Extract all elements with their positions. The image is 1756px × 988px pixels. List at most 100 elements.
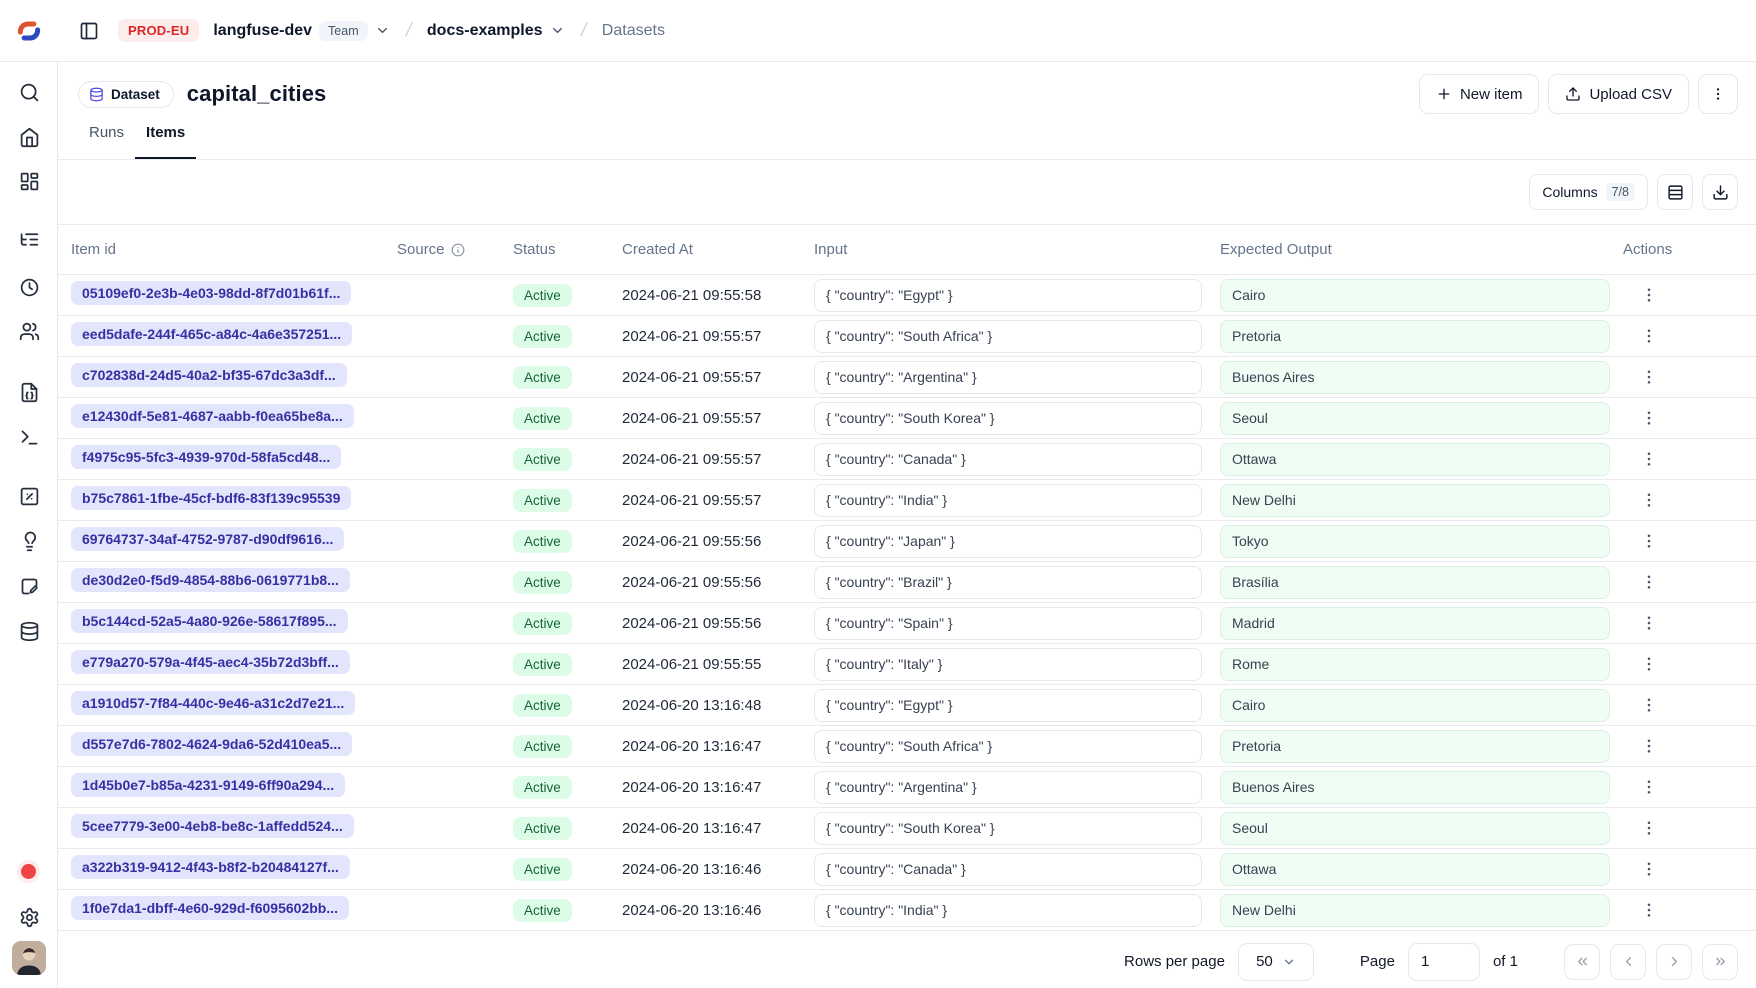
tracing-icon[interactable]	[15, 225, 43, 253]
tab-items[interactable]: Items	[135, 124, 196, 159]
chevron-down-icon[interactable]	[550, 23, 565, 38]
home-icon[interactable]	[15, 123, 43, 151]
dashboard-icon[interactable]	[15, 167, 43, 195]
table-row[interactable]: d557e7d6-7802-4624-9da6-52d410ea5... Act…	[58, 726, 1756, 767]
item-id-link[interactable]: a322b319-9412-4f43-b8f2-b20484127f...	[71, 855, 350, 879]
expected-output-cell[interactable]: Seoul	[1220, 812, 1610, 845]
item-id-link[interactable]: b5c144cd-52a5-4a80-926e-58617f895...	[71, 609, 348, 633]
item-id-link[interactable]: eed5dafe-244f-465c-a84c-4a6e357251...	[71, 322, 352, 346]
expected-output-cell[interactable]: Madrid	[1220, 607, 1610, 640]
recording-indicator[interactable]	[21, 864, 36, 879]
row-actions-button[interactable]	[1635, 363, 1663, 391]
project-name[interactable]: docs-examples	[427, 22, 543, 40]
item-id-link[interactable]: 5cee7779-3e00-4eb8-be8c-1affedd524...	[71, 814, 354, 838]
users-icon[interactable]	[15, 317, 43, 345]
playground-terminal-icon[interactable]	[15, 423, 43, 451]
table-row[interactable]: 05109ef0-2e3b-4e03-98dd-8f7d01b61f... Ac…	[58, 275, 1756, 316]
first-page-button[interactable]	[1564, 944, 1600, 980]
expected-output-cell[interactable]: Ottawa	[1220, 443, 1610, 476]
table-row[interactable]: b75c7861-1fbe-45cf-bdf6-83f139c95539 Act…	[58, 480, 1756, 521]
item-id-link[interactable]: c702838d-24d5-40a2-bf35-67dc3a3df...	[71, 363, 347, 387]
column-header-item-id[interactable]: Item id	[71, 241, 397, 258]
input-cell[interactable]: { "country": "Argentina" }	[814, 771, 1202, 804]
input-cell[interactable]: { "country": "Canada" }	[814, 443, 1202, 476]
user-avatar[interactable]	[12, 941, 46, 975]
item-id-link[interactable]: 1d45b0e7-b85a-4231-9149-6ff90a294...	[71, 773, 345, 797]
row-actions-button[interactable]	[1635, 650, 1663, 678]
row-actions-button[interactable]	[1635, 609, 1663, 637]
upload-csv-button[interactable]: Upload CSV	[1548, 74, 1689, 114]
new-item-button[interactable]: New item	[1419, 74, 1540, 114]
input-cell[interactable]: { "country": "Japan" }	[814, 525, 1202, 558]
chevron-down-icon[interactable]	[375, 23, 390, 38]
expected-output-cell[interactable]: Pretoria	[1220, 730, 1610, 763]
table-row[interactable]: 1d45b0e7-b85a-4231-9149-6ff90a294... Act…	[58, 767, 1756, 808]
expected-output-cell[interactable]: Brasília	[1220, 566, 1610, 599]
expected-output-cell[interactable]: Cairo	[1220, 689, 1610, 722]
organization-name[interactable]: langfuse-dev	[213, 22, 312, 40]
table-row[interactable]: b5c144cd-52a5-4a80-926e-58617f895... Act…	[58, 603, 1756, 644]
breadcrumb-datasets[interactable]: Datasets	[602, 22, 665, 40]
expected-output-cell[interactable]: New Delhi	[1220, 484, 1610, 517]
sidebar-toggle-icon[interactable]	[74, 16, 104, 46]
rows-per-page-select[interactable]: 50	[1238, 943, 1314, 981]
expected-output-cell[interactable]: Seoul	[1220, 402, 1610, 435]
item-id-link[interactable]: e12430df-5e81-4687-aabb-f0ea65be8a...	[71, 404, 354, 428]
prompts-file-icon[interactable]	[15, 378, 43, 406]
row-actions-button[interactable]	[1635, 896, 1663, 924]
column-header-created-at[interactable]: Created At	[622, 241, 814, 258]
row-height-button[interactable]	[1657, 174, 1693, 210]
item-id-link[interactable]: e779a270-579a-4f45-aec4-35b72d3bff...	[71, 650, 350, 674]
annotation-clipboard-icon[interactable]	[15, 572, 43, 600]
columns-button[interactable]: Columns 7/8	[1529, 174, 1648, 210]
table-row[interactable]: c702838d-24d5-40a2-bf35-67dc3a3df... Act…	[58, 357, 1756, 398]
row-actions-button[interactable]	[1635, 855, 1663, 883]
expected-output-cell[interactable]: Ottawa	[1220, 853, 1610, 886]
input-cell[interactable]: { "country": "Argentina" }	[814, 361, 1202, 394]
input-cell[interactable]: { "country": "India" }	[814, 894, 1202, 927]
input-cell[interactable]: { "country": "South Korea" }	[814, 402, 1202, 435]
export-button[interactable]	[1702, 174, 1738, 210]
item-id-link[interactable]: 05109ef0-2e3b-4e03-98dd-8f7d01b61f...	[71, 281, 351, 305]
expected-output-cell[interactable]: Rome	[1220, 648, 1610, 681]
next-page-button[interactable]	[1656, 944, 1692, 980]
input-cell[interactable]: { "country": "South Korea" }	[814, 812, 1202, 845]
row-actions-button[interactable]	[1635, 527, 1663, 555]
langfuse-logo[interactable]	[0, 18, 58, 44]
input-cell[interactable]: { "country": "Egypt" }	[814, 689, 1202, 722]
scores-lightbulb-icon[interactable]	[15, 527, 43, 555]
input-cell[interactable]: { "country": "Canada" }	[814, 853, 1202, 886]
breadcrumb-project[interactable]: docs-examples	[427, 22, 565, 40]
sessions-clock-icon[interactable]	[15, 273, 43, 301]
table-row[interactable]: eed5dafe-244f-465c-a84c-4a6e357251... Ac…	[58, 316, 1756, 357]
item-id-link[interactable]: a1910d57-7f84-440c-9e46-a31c2d7e21...	[71, 691, 355, 715]
row-actions-button[interactable]	[1635, 445, 1663, 473]
expected-output-cell[interactable]: Cairo	[1220, 279, 1610, 312]
tab-runs[interactable]: Runs	[78, 124, 135, 159]
row-actions-button[interactable]	[1635, 568, 1663, 596]
datasets-database-icon[interactable]	[15, 617, 43, 645]
table-row[interactable]: 5cee7779-3e00-4eb8-be8c-1affedd524... Ac…	[58, 808, 1756, 849]
item-id-link[interactable]: 1f0e7da1-dbff-4e60-929d-f6095602bb...	[71, 896, 349, 920]
row-actions-button[interactable]	[1635, 732, 1663, 760]
table-row[interactable]: de30d2e0-f5d9-4854-88b6-0619771b8... Act…	[58, 562, 1756, 603]
input-cell[interactable]: { "country": "South Africa" }	[814, 320, 1202, 353]
input-cell[interactable]: { "country": "Brazil" }	[814, 566, 1202, 599]
column-header-expected-output[interactable]: Expected Output	[1220, 241, 1623, 258]
breadcrumb-organization[interactable]: langfuse-dev Team	[213, 21, 389, 41]
row-actions-button[interactable]	[1635, 814, 1663, 842]
table-row[interactable]: a1910d57-7f84-440c-9e46-a31c2d7e21... Ac…	[58, 685, 1756, 726]
expected-output-cell[interactable]: Tokyo	[1220, 525, 1610, 558]
row-actions-button[interactable]	[1635, 404, 1663, 432]
row-actions-button[interactable]	[1635, 281, 1663, 309]
item-id-link[interactable]: f4975c95-5fc3-4939-970d-58fa5cd48...	[71, 445, 341, 469]
input-cell[interactable]: { "country": "South Africa" }	[814, 730, 1202, 763]
column-header-status[interactable]: Status	[513, 241, 622, 258]
row-actions-button[interactable]	[1635, 773, 1663, 801]
column-header-input[interactable]: Input	[814, 241, 1220, 258]
expected-output-cell[interactable]: Pretoria	[1220, 320, 1610, 353]
search-icon[interactable]	[15, 78, 43, 106]
expected-output-cell[interactable]: Buenos Aires	[1220, 771, 1610, 804]
item-id-link[interactable]: b75c7861-1fbe-45cf-bdf6-83f139c95539	[71, 486, 351, 510]
settings-gear-icon[interactable]	[15, 903, 43, 931]
